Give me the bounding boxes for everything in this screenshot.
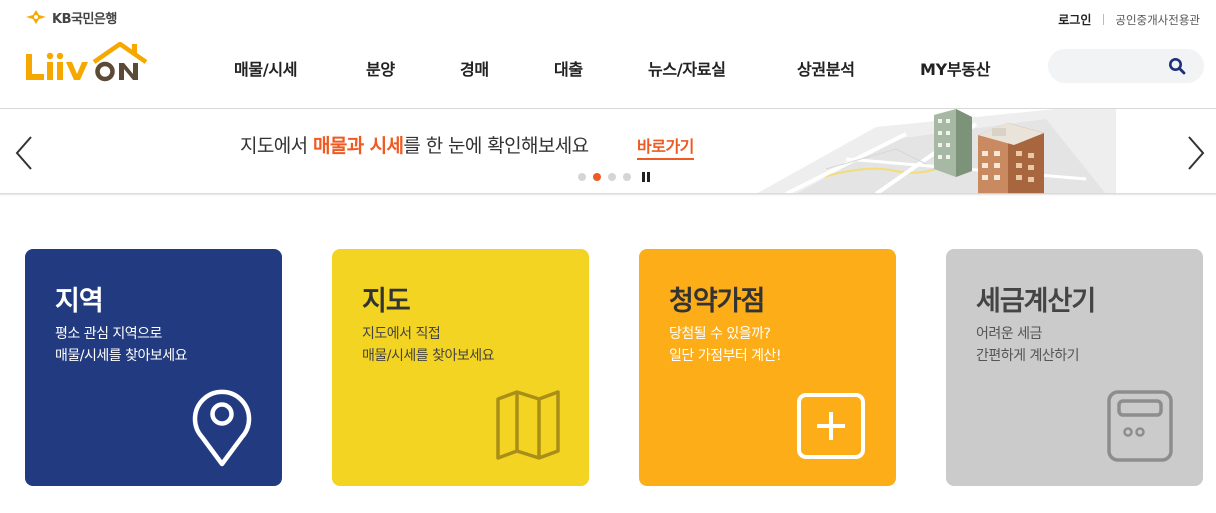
region-card[interactable]: 지역 평소 관심 지역으로 매물/시세를 찾아보세요 [25, 249, 282, 486]
promo-banner: 지도에서 매물과 시세를 한 눈에 확인해보세요 바로가기 [0, 109, 1216, 194]
agent-portal-link[interactable]: 공인중개사전용관 [1115, 12, 1200, 28]
banner-text-before: 지도에서 [240, 135, 313, 157]
location-pin-icon [192, 389, 252, 467]
nav-item-auction[interactable]: 경매 [460, 56, 489, 80]
kb-star-logo-icon [26, 10, 46, 24]
banner-text-highlight: 매물과 시세 [312, 135, 404, 157]
calculator-icon [1107, 390, 1173, 462]
card-desc-line: 지도에서 직접 [362, 326, 441, 342]
banner-indicators [578, 172, 652, 182]
banner-shadow [0, 193, 1216, 196]
slide-dot-4[interactable] [623, 173, 631, 181]
card-desc-line: 어려운 세금 [976, 326, 1042, 342]
card-desc-line: 일단 가점부터 계산! [669, 348, 782, 364]
nav-item-presale[interactable]: 분양 [366, 56, 395, 80]
card-description: 평소 관심 지역으로 매물/시세를 찾아보세요 [55, 323, 187, 367]
banner-text-after: 를 한 눈에 확인해보세요 [403, 135, 589, 157]
card-desc-line: 간편하게 계산하기 [976, 348, 1080, 364]
tax-calculator-card[interactable]: 세금계산기 어려운 세금 간편하게 계산하기 [946, 249, 1203, 486]
card-desc-line: 매물/시세를 찾아보세요 [55, 348, 187, 364]
login-link[interactable]: 로그인 [1058, 11, 1091, 28]
subscription-score-card[interactable]: 청약가점 당첨될 수 있을까? 일단 가점부터 계산! [639, 249, 896, 486]
card-desc-line: 당첨될 수 있을까? [669, 326, 771, 342]
card-title: 지역 [55, 286, 104, 317]
chevron-left-icon[interactable] [14, 135, 34, 171]
nav-item-listings[interactable]: 매물/시세 [234, 56, 298, 80]
kb-bank-brand[interactable]: KB국민은행 [24, 8, 117, 27]
slide-dot-2[interactable] [593, 173, 601, 181]
map-card[interactable]: 지도 지도에서 직접 매물/시세를 찾아보세요 [332, 249, 589, 486]
card-desc-line: 매물/시세를 찾아보세요 [362, 348, 494, 364]
pause-icon[interactable] [642, 172, 652, 182]
slide-dot-1[interactable] [578, 173, 586, 181]
nav-item-commercial-analysis[interactable]: 상권분석 [797, 56, 855, 80]
folded-map-icon [496, 390, 560, 460]
nav-item-news[interactable]: 뉴스/자료실 [648, 56, 726, 80]
card-title: 지도 [362, 286, 411, 317]
search-input[interactable] [1048, 49, 1204, 83]
search-icon[interactable] [1168, 57, 1186, 75]
slide-dot-3[interactable] [608, 173, 616, 181]
card-description: 당첨될 수 있을까? 일단 가점부터 계산! [669, 323, 782, 367]
banner-go-link[interactable]: 바로가기 [637, 133, 694, 160]
card-desc-line: 평소 관심 지역으로 [55, 326, 162, 342]
liiv-on-logo[interactable] [24, 42, 148, 82]
card-description: 지도에서 직접 매물/시세를 찾아보세요 [362, 323, 494, 367]
banner-headline: 지도에서 매물과 시세를 한 눈에 확인해보세요 [240, 131, 589, 158]
card-title: 청약가점 [669, 286, 765, 317]
chevron-right-icon[interactable] [1186, 135, 1206, 171]
utility-links: 로그인 공인중개사전용관 [1058, 11, 1200, 28]
apartment-illustration [756, 109, 1116, 194]
nav-item-loan[interactable]: 대출 [554, 56, 583, 80]
kb-bank-name: KB국민은행 [52, 11, 117, 27]
card-title: 세금계산기 [976, 286, 1096, 317]
utility-divider [1103, 14, 1105, 25]
card-description: 어려운 세금 간편하게 계산하기 [976, 323, 1080, 367]
nav-item-my-realestate[interactable]: MY부동산 [920, 56, 990, 80]
plus-square-icon [797, 393, 865, 459]
